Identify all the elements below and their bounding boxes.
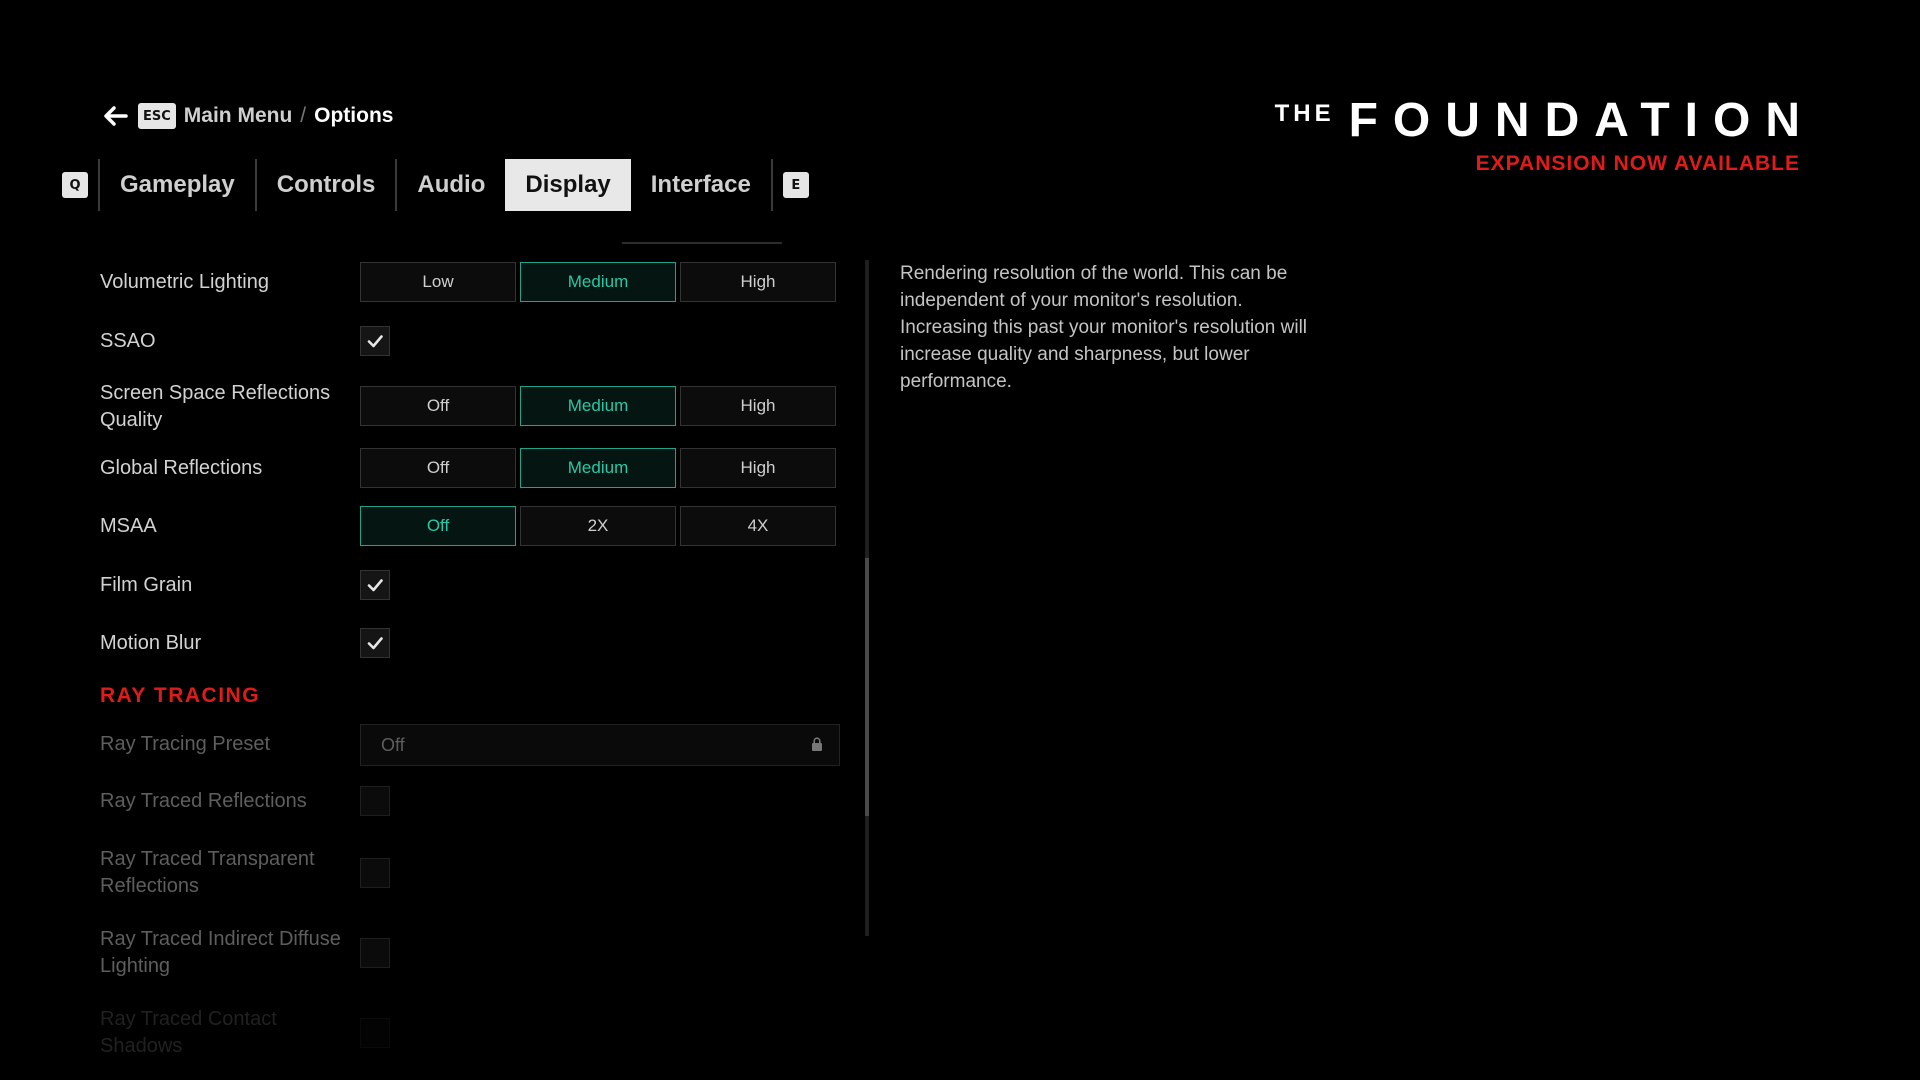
setting-label: Ray Traced Contact Shadows xyxy=(100,1008,277,1057)
setting-description: Rendering resolution of the world. This … xyxy=(900,263,1308,392)
settings-scrollbar[interactable] xyxy=(865,260,869,936)
motion-blur-checkbox[interactable] xyxy=(360,628,390,658)
option-high[interactable]: High xyxy=(680,262,836,302)
ray-traced-indirect-diffuse-checkbox[interactable] xyxy=(360,938,390,968)
back-arrow-icon[interactable] xyxy=(100,101,130,131)
lock-icon xyxy=(811,735,823,756)
checkmark-icon xyxy=(367,637,383,650)
checkmark-icon xyxy=(367,579,383,592)
tab-divider xyxy=(254,159,257,211)
option-4x[interactable]: 4X xyxy=(680,506,836,546)
esc-key[interactable]: ESC xyxy=(138,103,176,129)
setting-ray-traced-transparent-reflections: Ray Traced Transparent Reflections xyxy=(100,846,842,902)
previous-setting-peek xyxy=(622,242,782,244)
setting-label: Ray Tracing Preset xyxy=(100,733,271,755)
setting-ray-tracing-preset: Ray Tracing Preset Off xyxy=(100,724,842,766)
setting-label: Volumetric Lighting xyxy=(100,271,269,293)
logo-title: FOUNDATION xyxy=(1348,94,1815,147)
setting-label: MSAA xyxy=(100,515,157,537)
option-off[interactable]: Off xyxy=(360,386,516,426)
ray-traced-transparent-reflections-checkbox[interactable] xyxy=(360,858,390,888)
option-medium[interactable]: Medium xyxy=(520,448,676,488)
setting-label: SSAO xyxy=(100,330,156,352)
ray-tracing-preset-dropdown[interactable]: Off xyxy=(360,724,840,766)
ray-traced-reflections-checkbox[interactable] xyxy=(360,786,390,816)
tab-controls[interactable]: Controls xyxy=(267,159,386,211)
expansion-logo[interactable]: THE FOUNDATION EXPANSION NOW AVAILABLE xyxy=(1274,97,1800,176)
setting-ray-traced-reflections: Ray Traced Reflections xyxy=(100,784,842,820)
settings-list: Volumetric Lighting Low Medium High SSAO… xyxy=(100,242,842,1068)
scrollbar-thumb[interactable] xyxy=(865,558,869,816)
setting-label: Ray Traced Transparent Reflections xyxy=(100,848,315,897)
logo-the: THE xyxy=(1274,100,1335,127)
breadcrumb-options: Options xyxy=(314,104,394,127)
tab-display[interactable]: Display xyxy=(505,159,631,211)
logo-subtitle: EXPANSION NOW AVAILABLE xyxy=(1475,152,1800,175)
prev-tab-key[interactable]: Q xyxy=(62,172,88,198)
setting-volumetric-lighting: Volumetric Lighting Low Medium High xyxy=(100,262,842,304)
option-high[interactable]: High xyxy=(680,448,836,488)
setting-msaa: MSAA Off 2X 4X xyxy=(100,506,842,548)
option-2x[interactable]: 2X xyxy=(520,506,676,546)
setting-ssao: SSAO xyxy=(100,324,842,360)
tab-bar: Q Gameplay Controls Audio Display Interf… xyxy=(62,159,809,211)
breadcrumb-separator: / xyxy=(300,104,307,127)
option-off[interactable]: Off xyxy=(360,448,516,488)
dropdown-value: Off xyxy=(381,734,405,755)
setting-motion-blur: Motion Blur xyxy=(100,626,842,662)
film-grain-checkbox[interactable] xyxy=(360,570,390,600)
ray-tracing-section-title: RAY TRACING xyxy=(100,684,261,707)
option-medium[interactable]: Medium xyxy=(520,386,676,426)
setting-ssr-quality: Screen Space Reflections Quality Off Med… xyxy=(100,380,842,436)
tab-interface[interactable]: Interface xyxy=(641,159,761,211)
option-off[interactable]: Off xyxy=(360,506,516,546)
tab-gameplay[interactable]: Gameplay xyxy=(110,159,245,211)
setting-film-grain: Film Grain xyxy=(100,568,842,604)
ssao-checkbox[interactable] xyxy=(360,326,390,356)
tab-audio[interactable]: Audio xyxy=(407,159,495,211)
setting-global-reflections: Global Reflections Off Medium High xyxy=(100,448,842,490)
tab-divider xyxy=(98,159,100,211)
checkmark-icon xyxy=(367,335,383,348)
setting-label: Screen Space Reflections Quality xyxy=(100,382,331,431)
breadcrumb-main-menu[interactable]: Main Menu xyxy=(184,104,293,128)
setting-ray-traced-contact-shadows: Ray Traced Contact Shadows xyxy=(100,1006,842,1062)
setting-label: Film Grain xyxy=(100,574,193,596)
tab-divider xyxy=(770,159,773,211)
setting-label: Ray Traced Indirect Diffuse Lighting xyxy=(100,928,341,977)
option-medium[interactable]: Medium xyxy=(520,262,676,302)
setting-label: Motion Blur xyxy=(100,632,202,654)
option-low[interactable]: Low xyxy=(360,262,516,302)
next-tab-key[interactable]: E xyxy=(782,172,809,198)
setting-label: Global Reflections xyxy=(100,457,263,479)
ray-traced-contact-shadows-checkbox[interactable] xyxy=(360,1018,390,1048)
tab-divider xyxy=(395,159,398,211)
setting-ray-traced-indirect-diffuse: Ray Traced Indirect Diffuse Lighting xyxy=(100,926,842,982)
option-high[interactable]: High xyxy=(680,386,836,426)
setting-label: Ray Traced Reflections xyxy=(100,790,307,812)
breadcrumb: ESC Main Menu / Options xyxy=(100,100,393,132)
